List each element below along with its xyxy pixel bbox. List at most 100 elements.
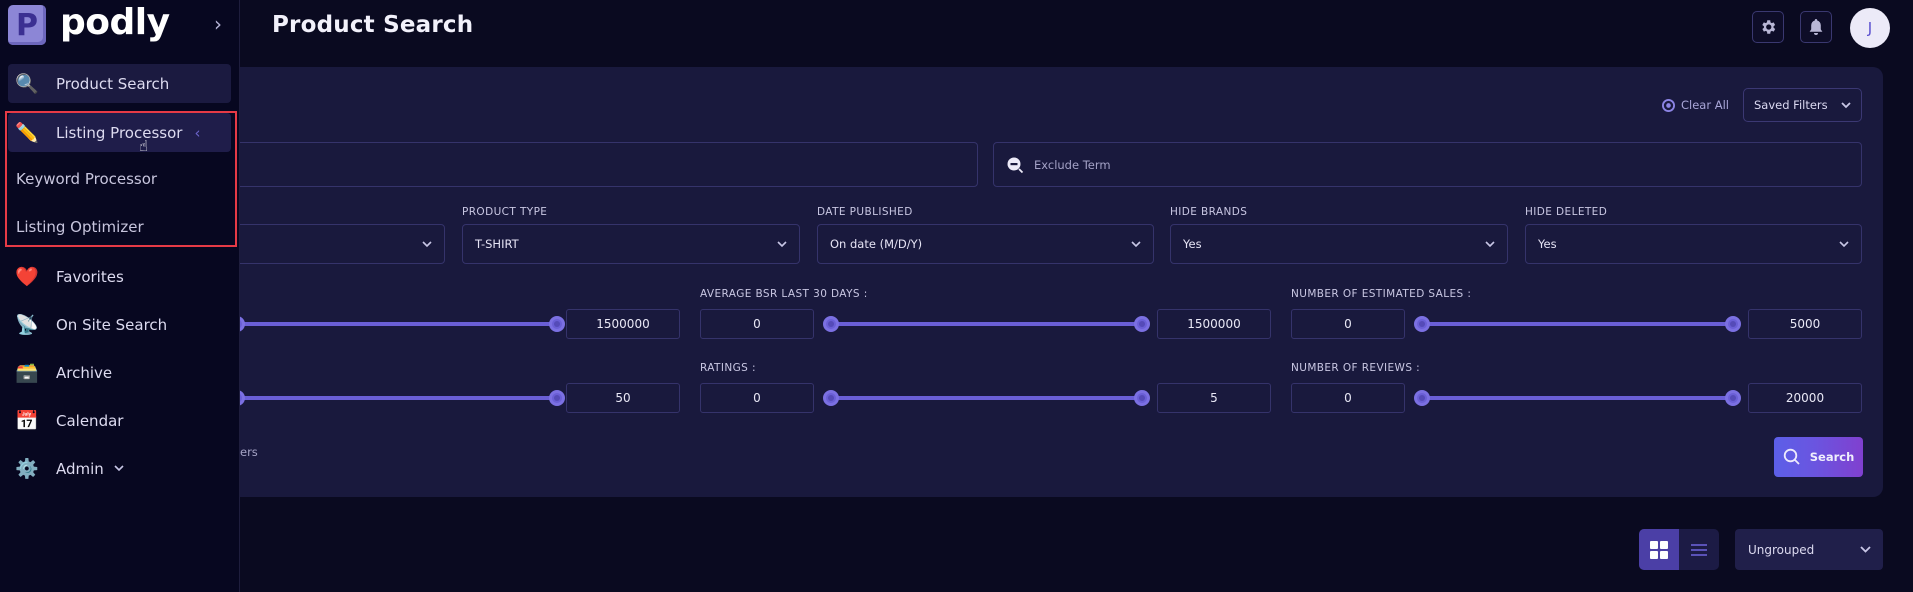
slider-track (1422, 396, 1733, 400)
sidebar-item-product-search[interactable]: 🔍 Product Search (8, 64, 231, 103)
range-3-max-input[interactable]: 50 (566, 383, 680, 413)
sidebar-item-label: Product Search (56, 74, 170, 93)
chevron-down-icon (1839, 240, 1849, 247)
ratings-slider[interactable] (823, 390, 1150, 406)
pencil-icon: ✏️ (15, 122, 39, 144)
avg-bsr-min-input[interactable]: 0 (700, 309, 814, 339)
grid-icon (1650, 540, 1668, 559)
heart-icon: ❤️ (15, 266, 39, 288)
est-sales-min-input[interactable]: 0 (1291, 309, 1405, 339)
hide-brands-label: HIDE BRANDS (1170, 206, 1248, 218)
podly-logo-icon: P (8, 5, 46, 45)
slider-track (831, 322, 1142, 326)
est-sales-label: NUMBER OF ESTIMATED SALES : (1291, 288, 1472, 300)
chevron-down-icon (777, 240, 787, 247)
exclude-term-input[interactable]: Exclude Term (993, 142, 1862, 187)
grouping-dropdown[interactable]: Ungrouped (1735, 529, 1883, 570)
magnifier-icon: 🔍 (15, 73, 39, 95)
range-3-slider[interactable] (229, 390, 565, 406)
sidebar-collapse-chevron-icon[interactable]: › (214, 12, 222, 36)
ratings-max-value: 5 (1210, 391, 1218, 405)
sidebar-item-label: On Site Search (56, 315, 168, 334)
sidebar-item-label: Archive (56, 363, 113, 382)
clear-all-button[interactable]: Clear All (1662, 96, 1729, 114)
hide-deleted-value: Yes (1538, 237, 1557, 251)
list-view-button[interactable] (1679, 529, 1719, 570)
slider-min-handle[interactable] (823, 390, 839, 406)
sidebar-subitem-listing-optimizer[interactable]: Listing Optimizer (16, 218, 144, 236)
sidebar-item-archive[interactable]: 🗃️ Archive (8, 353, 231, 392)
sidebar-item-calendar[interactable]: 📅 Calendar (8, 401, 231, 440)
settings-button[interactable] (1752, 11, 1784, 43)
reviews-slider[interactable] (1414, 390, 1741, 406)
sidebar-item-label: Admin (56, 459, 104, 478)
sidebar-item-admin[interactable]: ⚙️ Admin (8, 449, 231, 488)
date-published-value: On date (M/D/Y) (830, 237, 923, 251)
reviews-min-input[interactable]: 0 (1291, 383, 1405, 413)
avg-bsr-max-input[interactable]: 1500000 (1157, 309, 1271, 339)
slider-min-handle[interactable] (823, 316, 839, 332)
gear-icon: ⚙️ (15, 458, 39, 480)
list-icon (1691, 543, 1707, 556)
hide-deleted-select[interactable]: Yes (1525, 224, 1862, 264)
avg-bsr-slider[interactable] (823, 316, 1150, 332)
slider-track (831, 396, 1142, 400)
search-button-label: Search (1809, 450, 1855, 464)
grouping-value: Ungrouped (1748, 542, 1815, 557)
advanced-filters-link[interactable]: ers (240, 445, 258, 459)
est-sales-min-value: 0 (1344, 317, 1352, 331)
slider-max-handle[interactable] (1134, 316, 1150, 332)
user-avatar[interactable]: J (1850, 8, 1890, 48)
saved-filters-label: Saved Filters (1754, 98, 1828, 112)
product-type-label: PRODUCT TYPE (462, 206, 548, 218)
chevron-down-icon (1485, 240, 1495, 247)
avg-bsr-min-value: 0 (753, 317, 761, 331)
calendar-icon: 📅 (15, 410, 39, 432)
hand-cursor-icon: ☝ (139, 137, 149, 155)
slider-min-handle[interactable] (1414, 316, 1430, 332)
sidebar-item-listing-processor[interactable]: ✏️ Listing Processor ‹ (8, 113, 231, 152)
slider-track (237, 322, 557, 326)
ratings-min-input[interactable]: 0 (700, 383, 814, 413)
page-title: Product Search (272, 12, 474, 38)
satellite-dish-icon: 📡 (15, 314, 39, 336)
slider-max-handle[interactable] (1725, 316, 1741, 332)
notifications-button[interactable] (1800, 11, 1832, 43)
chevron-down-icon (1860, 546, 1871, 553)
est-sales-max-value: 5000 (1789, 317, 1821, 331)
exclude-term-placeholder: Exclude Term (1034, 157, 1111, 172)
range-0-max-input[interactable]: 1500000 (566, 309, 680, 339)
slider-max-handle[interactable] (549, 316, 565, 332)
sidebar-item-favorites[interactable]: ❤️ Favorites (8, 257, 231, 296)
grid-view-button[interactable] (1639, 529, 1679, 570)
reviews-max-value: 20000 (1785, 391, 1825, 405)
reviews-min-value: 0 (1344, 391, 1352, 405)
sidebar-item-label: Listing Processor (56, 123, 183, 142)
est-sales-max-input[interactable]: 5000 (1748, 309, 1862, 339)
clear-all-label: Clear All (1681, 98, 1729, 112)
est-sales-slider[interactable] (1414, 316, 1741, 332)
ratings-max-input[interactable]: 5 (1157, 383, 1271, 413)
product-type-select[interactable]: T-SHIRT (462, 224, 800, 264)
slider-max-handle[interactable] (1725, 390, 1741, 406)
saved-filters-dropdown[interactable]: Saved Filters (1743, 88, 1862, 122)
slider-min-handle[interactable] (1414, 390, 1430, 406)
chevron-left-icon: ‹ (194, 123, 201, 142)
hide-brands-value: Yes (1183, 237, 1202, 251)
sidebar-subitem-keyword-processor[interactable]: Keyword Processor (16, 170, 157, 188)
slider-max-handle[interactable] (1134, 390, 1150, 406)
ratings-label: RATINGS : (700, 362, 756, 374)
avatar-initial: J (1867, 19, 1873, 37)
slider-max-handle[interactable] (549, 390, 565, 406)
search-button[interactable]: Search (1774, 437, 1863, 477)
chevron-down-icon (422, 240, 432, 247)
slider-track (1422, 322, 1733, 326)
sidebar-item-on-site-search[interactable]: 📡 On Site Search (8, 305, 231, 344)
hide-brands-select[interactable]: Yes (1170, 224, 1508, 264)
range-0-slider[interactable] (229, 316, 565, 332)
hide-deleted-label: HIDE DELETED (1525, 206, 1608, 218)
reviews-max-input[interactable]: 20000 (1748, 383, 1862, 413)
sidebar-item-label: Calendar (56, 411, 124, 430)
avg-bsr-max-value: 1500000 (1187, 317, 1241, 331)
date-published-select[interactable]: On date (M/D/Y) (817, 224, 1154, 264)
